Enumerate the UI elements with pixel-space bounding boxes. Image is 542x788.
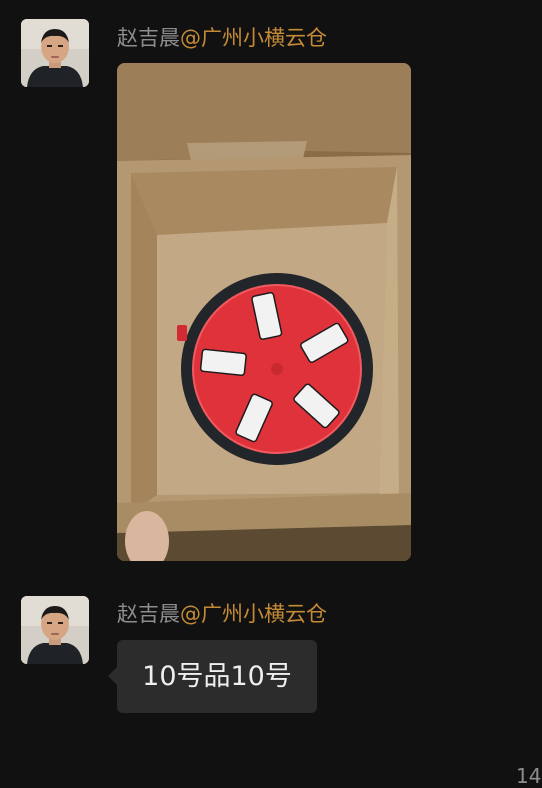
avatar-image	[21, 19, 89, 87]
sender-org[interactable]: @广州小横云仓	[180, 26, 327, 50]
text-message-bubble[interactable]: 10号品10号	[117, 640, 317, 713]
timestamp: 14	[516, 764, 542, 788]
sender-name: 赵吉晨	[117, 26, 180, 50]
sender-label: 赵吉晨@广州小横云仓	[117, 600, 327, 628]
photo-thumbnail	[117, 63, 411, 561]
avatar[interactable]	[21, 596, 89, 664]
sender-name: 赵吉晨	[117, 602, 180, 626]
sender-org[interactable]: @广州小横云仓	[180, 602, 327, 626]
avatar-image	[21, 596, 89, 664]
bubble-tail	[108, 667, 117, 685]
avatar[interactable]	[21, 19, 89, 87]
image-message[interactable]	[117, 63, 411, 561]
sender-label: 赵吉晨@广州小横云仓	[117, 24, 327, 52]
